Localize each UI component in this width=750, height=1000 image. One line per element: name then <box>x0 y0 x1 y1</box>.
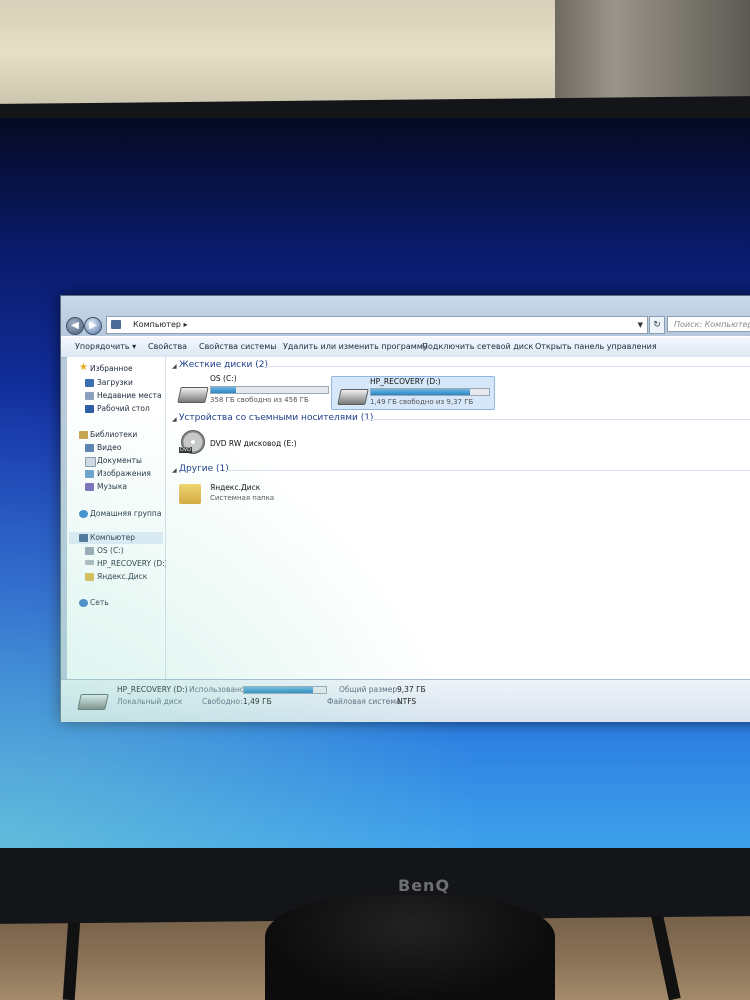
details-drive-name: HP_RECOVERY (D:) <box>117 685 188 694</box>
network-icon <box>79 599 88 607</box>
drive-d-name[interactable]: HP_RECOVERY (D:) <box>370 377 441 386</box>
computer-icon <box>111 320 121 329</box>
sidebar-item-drive-c[interactable]: OS (C:) <box>97 545 124 557</box>
yandex-disk-type: Системная папка <box>210 494 275 502</box>
sidebar-item-homegroup[interactable]: Домашняя группа <box>90 508 161 520</box>
monitor-brand-logo: BenQ <box>398 876 451 895</box>
desktop-icon <box>85 405 94 413</box>
system-properties-button[interactable]: Свойства системы <box>199 337 277 357</box>
drive-c-name[interactable]: OS (C:) <box>210 374 237 383</box>
breadcrumb-computer[interactable]: Компьютер <box>133 320 181 329</box>
sidebar-item-network[interactable]: Сеть <box>90 597 109 609</box>
properties-button[interactable]: Свойства <box>148 337 187 357</box>
sidebar-item-computer[interactable]: Компьютер <box>90 532 135 544</box>
drive-c-usage-fill <box>211 387 237 393</box>
group-header-other[interactable]: Другие (1) <box>179 464 229 474</box>
hard-drive-icon <box>77 694 109 710</box>
images-icon <box>85 470 94 478</box>
monitor-stand <box>265 895 555 1000</box>
sidebar-item-libraries[interactable]: Библиотеки <box>90 429 137 441</box>
command-bar: Упорядочить ▾ Свойства Свойства системы … <box>61 336 750 358</box>
details-fs-label: Файловая система: <box>327 697 404 706</box>
drive-icon <box>85 547 94 555</box>
details-drive-type: Локальный диск <box>117 697 183 706</box>
details-fs-value: NTFS <box>397 697 417 706</box>
collapse-triangle-icon[interactable]: ◢ <box>172 467 177 474</box>
details-usage-bar <box>243 686 327 694</box>
content-pane: ◢ Жесткие диски (2) OS (C:) 358 ГБ свобо… <box>166 357 750 679</box>
sidebar-item-desktop[interactable]: Рабочий стол <box>97 403 150 415</box>
yandex-disk-name[interactable]: Яндекс.Диск <box>210 483 260 492</box>
group-divider <box>364 419 750 420</box>
drive-d-usage-fill <box>371 389 471 395</box>
sidebar-item-recent[interactable]: Недавние места <box>97 390 162 402</box>
background-window-frame <box>555 0 750 110</box>
address-bar[interactable]: Компьютер ▸ ▼ <box>106 316 648 334</box>
sidebar-item-yandex[interactable]: Яндекс.Диск <box>97 571 147 583</box>
dvd-drive-icon <box>181 430 205 454</box>
group-header-hdd[interactable]: Жесткие диски (2) <box>179 360 268 370</box>
dvd-drive-name[interactable]: DVD RW дисковод (E:) <box>210 439 297 448</box>
chevron-down-icon[interactable]: ▼ <box>638 317 643 333</box>
sidebar-item-downloads[interactable]: Загрузки <box>97 377 133 389</box>
computer-icon <box>79 534 88 542</box>
details-used-label: Использовано: <box>189 685 248 694</box>
details-total-value: 9,37 ГБ <box>397 685 426 694</box>
back-button[interactable]: ◀ <box>66 317 84 335</box>
drive-c-usage-bar <box>210 386 329 394</box>
navigation-pane: ★ Избранное Загрузки Недавние места Рабо… <box>67 357 168 679</box>
homegroup-icon <box>79 510 88 518</box>
group-divider <box>226 470 750 471</box>
map-network-drive-button[interactable]: Подключить сетевой диск <box>422 337 533 357</box>
open-control-panel-button[interactable]: Открыть панель управления <box>535 337 657 357</box>
arrow-right-icon: ▶ <box>89 320 97 331</box>
music-icon <box>85 483 94 491</box>
breadcrumb-arrow-icon[interactable]: ▸ <box>184 320 188 329</box>
refresh-button[interactable]: ↻ <box>649 316 665 334</box>
refresh-icon: ↻ <box>653 320 661 330</box>
downloads-icon <box>85 379 94 387</box>
sidebar-selection-highlight <box>69 532 163 544</box>
star-icon: ★ <box>79 362 88 373</box>
yandex-disk-folder-icon <box>179 484 201 504</box>
sidebar-item-video[interactable]: Видео <box>97 442 121 454</box>
details-free-label: Свободно: <box>202 697 243 706</box>
uninstall-program-button[interactable]: Удалить или изменить программу <box>283 337 428 357</box>
details-free-value: 1,49 ГБ <box>243 697 272 706</box>
drive-icon <box>85 560 94 565</box>
hard-drive-icon <box>177 387 209 403</box>
sidebar-item-music[interactable]: Музыка <box>97 481 127 493</box>
drive-d-tile-selected[interactable] <box>331 376 495 410</box>
drive-d-free-space: 1,49 ГБ свободно из 9,37 ГБ <box>370 398 474 406</box>
sidebar-item-documents[interactable]: Документы <box>97 455 142 467</box>
title-bar: ◀ ▶ Компьютер ▸ ▼ ↻ Поиск: Компьютер <box>61 296 750 336</box>
group-header-removable[interactable]: Устройства со съемными носителями (1) <box>179 413 373 423</box>
forward-button[interactable]: ▶ <box>84 317 102 335</box>
details-usage-fill <box>244 687 313 693</box>
documents-icon <box>85 457 96 467</box>
libraries-icon <box>79 431 88 439</box>
drive-d-usage-bar <box>370 388 490 396</box>
arrow-left-icon: ◀ <box>71 320 79 331</box>
details-total-label: Общий размер: <box>339 685 400 694</box>
dvd-label-icon: DVD <box>179 447 193 453</box>
collapse-triangle-icon[interactable]: ◢ <box>172 416 177 423</box>
explorer-window: ◀ ▶ Компьютер ▸ ▼ ↻ Поиск: Компьютер Упо… <box>60 295 750 722</box>
desktop-screen: ◀ ▶ Компьютер ▸ ▼ ↻ Поиск: Компьютер Упо… <box>0 118 750 848</box>
sidebar-item-drive-d[interactable]: HP_RECOVERY (D:) <box>97 558 168 570</box>
details-pane: HP_RECOVERY (D:) Локальный диск Использо… <box>61 679 750 722</box>
video-icon <box>85 444 94 452</box>
sidebar-item-images[interactable]: Изображения <box>97 468 151 480</box>
organize-button[interactable]: Упорядочить ▾ <box>75 337 136 357</box>
sidebar-item-favorites[interactable]: Избранное <box>90 363 133 375</box>
group-divider <box>266 366 750 367</box>
recent-places-icon <box>85 392 94 400</box>
hard-drive-icon <box>337 389 369 405</box>
drive-c-free-space: 358 ГБ свободно из 456 ГБ <box>210 396 309 404</box>
collapse-triangle-icon[interactable]: ◢ <box>172 363 177 370</box>
search-input[interactable]: Поиск: Компьютер <box>667 316 750 332</box>
folder-icon <box>85 573 94 581</box>
